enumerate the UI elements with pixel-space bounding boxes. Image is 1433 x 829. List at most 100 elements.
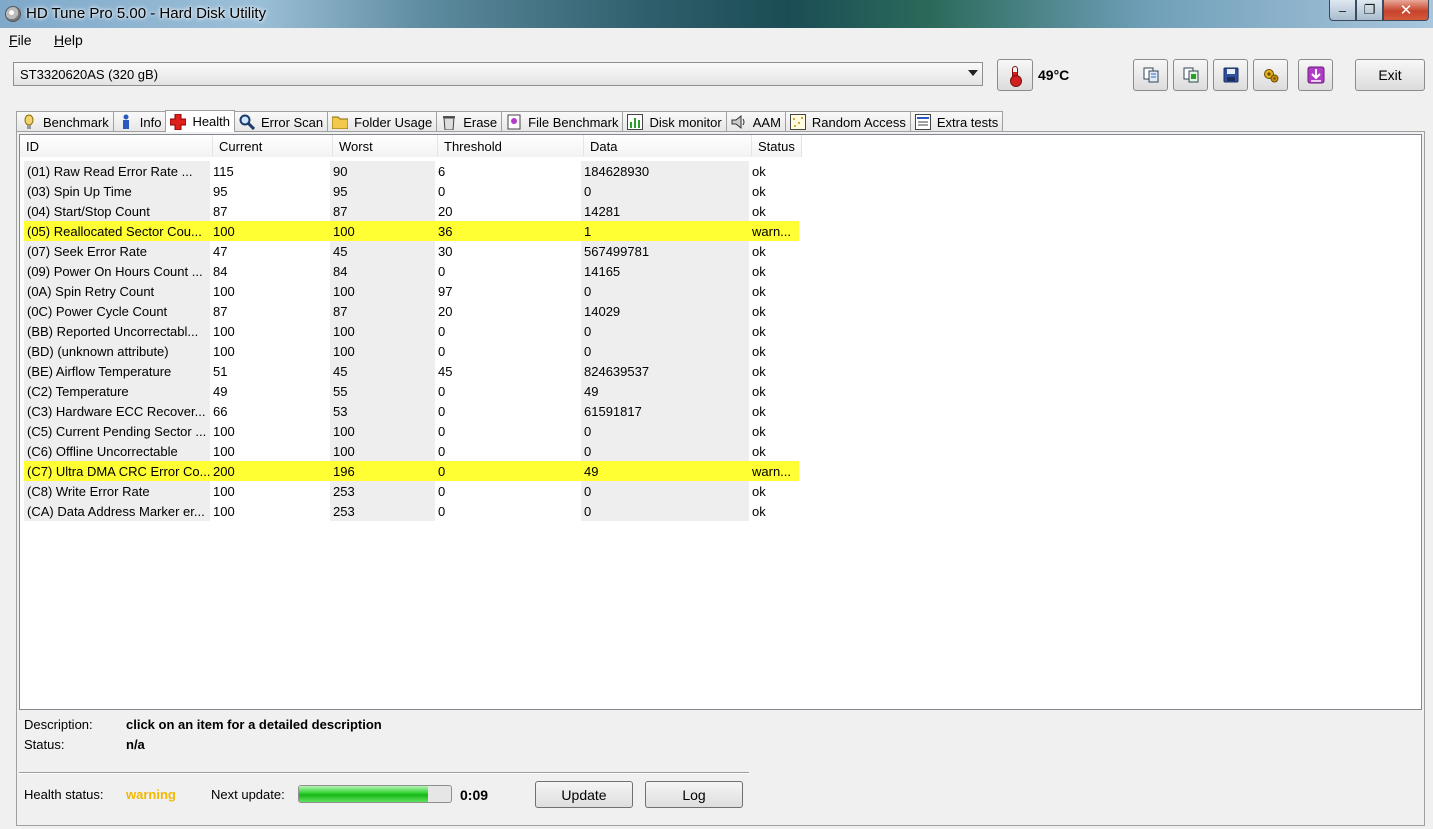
cell-current: 115: [213, 164, 234, 179]
column-header-worst[interactable]: Worst: [333, 135, 438, 157]
table-row[interactable]: (05) Reallocated Sector Cou... 100 100 36 1 w…: [24, 221, 799, 241]
tab-error-scan-label: Error Scan: [261, 114, 324, 130]
table-row[interactable]: (BE) Airflow Temperature 51 45 45 824639537 o…: [24, 361, 799, 381]
erase-icon: [441, 114, 457, 130]
cell-id: (C7) Ultra DMA CRC Error Co...: [24, 461, 210, 481]
table-row[interactable]: (C2) Temperature 49 55 0 49 ok: [24, 381, 799, 401]
cell-status: ok: [752, 304, 766, 319]
smart-attributes-list[interactable]: ID Current Worst Threshold Data Status (…: [19, 134, 1422, 710]
cell-threshold: 0: [438, 404, 446, 419]
tab-erase-label: Erase: [463, 114, 498, 130]
cell-status: ok: [752, 164, 766, 179]
status-label: Status:: [24, 737, 65, 752]
cell-status: ok: [752, 504, 766, 519]
cell-status: ok: [752, 444, 766, 459]
cell-worst: 100: [330, 221, 435, 241]
tab-aam[interactable]: AAM: [725, 111, 786, 132]
cell-worst: 100: [330, 341, 435, 361]
cell-worst: 45: [330, 241, 435, 261]
tab-extra-tests-label: Extra tests: [936, 114, 999, 130]
cell-data: 49: [581, 381, 749, 401]
menu-help[interactable]: Help: [54, 32, 83, 48]
cell-id: (0A) Spin Retry Count: [24, 281, 210, 301]
cell-data: 14165: [581, 261, 749, 281]
table-row[interactable]: (C8) Write Error Rate 100 253 0 0 ok: [24, 481, 799, 501]
cell-current: 100: [213, 424, 235, 439]
column-header-threshold[interactable]: Threshold: [438, 135, 584, 157]
extra-tests-icon: [914, 114, 931, 130]
tab-random-access[interactable]: Random Access: [784, 111, 911, 132]
thermometer-icon: [1010, 66, 1022, 87]
menu-file-mnemonic: F: [9, 32, 18, 48]
table-row[interactable]: (BB) Reported Uncorrectabl... 100 100 0 0 ok: [24, 321, 799, 341]
download-button[interactable]: [1298, 59, 1333, 91]
maximize-button[interactable]: ❐: [1356, 0, 1383, 21]
tab-disk-monitor[interactable]: Disk monitor: [622, 111, 727, 132]
table-row[interactable]: (07) Seek Error Rate 47 45 30 567499781 ok: [24, 241, 799, 261]
table-row[interactable]: (01) Raw Read Error Rate ... 115 90 6 184628…: [24, 161, 799, 181]
cell-id: (C6) Offline Uncorrectable: [24, 441, 210, 461]
cell-data: 184628930: [581, 161, 749, 181]
menu-file[interactable]: File: [9, 32, 32, 48]
cell-threshold: 0: [438, 264, 446, 279]
table-row[interactable]: (CA) Data Address Marker er... 100 253 0 0 ok: [24, 501, 799, 521]
tab-info[interactable]: Info: [112, 111, 167, 132]
table-row[interactable]: (0C) Power Cycle Count 87 87 20 14029 ok: [24, 301, 799, 321]
cell-id: (CA) Data Address Marker er...: [24, 501, 210, 521]
tab-file-benchmark[interactable]: File Benchmark: [501, 111, 624, 132]
close-button[interactable]: ✕: [1383, 0, 1429, 21]
copy-all-button[interactable]: [1173, 59, 1208, 91]
tab-benchmark-label: Benchmark: [43, 114, 109, 130]
minimize-button[interactable]: –: [1329, 0, 1356, 21]
exit-button[interactable]: Exit: [1355, 59, 1425, 91]
table-row[interactable]: (C6) Offline Uncorrectable 100 100 0 0 ok: [24, 441, 799, 461]
column-header-data[interactable]: Data: [584, 135, 752, 157]
cell-current: 49: [213, 384, 228, 399]
cell-status: ok: [752, 484, 766, 499]
next-update-label: Next update:: [211, 787, 285, 802]
log-button[interactable]: Log: [645, 781, 743, 808]
update-button[interactable]: Update: [535, 781, 633, 808]
tab-health[interactable]: Health: [165, 110, 236, 132]
table-row[interactable]: (BD) (unknown attribute) 100 100 0 0 ok: [24, 341, 799, 361]
folder-icon: [332, 114, 349, 130]
table-row[interactable]: (0A) Spin Retry Count 100 100 97 0 ok: [24, 281, 799, 301]
cell-id: (07) Seek Error Rate: [24, 241, 210, 261]
cell-worst: 100: [330, 281, 435, 301]
tab-benchmark[interactable]: Benchmark: [16, 111, 114, 132]
column-header-current[interactable]: Current: [213, 135, 333, 157]
column-header-status[interactable]: Status: [752, 135, 802, 157]
tab-extra-tests[interactable]: Extra tests: [909, 111, 1004, 132]
cell-id: (05) Reallocated Sector Cou...: [24, 221, 210, 241]
cell-current: 100: [213, 484, 235, 499]
table-row[interactable]: (04) Start/Stop Count 87 87 20 14281 ok: [24, 201, 799, 221]
cell-data: 824639537: [581, 361, 749, 381]
cell-worst: 100: [330, 321, 435, 341]
options-button[interactable]: [1253, 59, 1288, 91]
cell-data: 61591817: [581, 401, 749, 421]
cell-threshold: 97: [438, 284, 453, 299]
table-row[interactable]: (03) Spin Up Time 95 95 0 0 ok: [24, 181, 799, 201]
cell-worst: 84: [330, 261, 435, 281]
copy-info-button[interactable]: [1133, 59, 1168, 91]
cell-current: 95: [213, 184, 228, 199]
options-icon: [1263, 69, 1278, 83]
drive-select[interactable]: ST3320620AS (320 gB): [13, 62, 983, 86]
table-row[interactable]: (C3) Hardware ECC Recover... 66 53 0 6159181…: [24, 401, 799, 421]
cell-current: 100: [210, 221, 330, 241]
tab-folder-usage[interactable]: Folder Usage: [327, 111, 438, 132]
cell-worst: 253: [330, 501, 435, 521]
tab-disk-monitor-label: Disk monitor: [649, 114, 722, 130]
save-button[interactable]: [1213, 59, 1248, 91]
table-row[interactable]: (C5) Current Pending Sector ... 100 100 0 0 o…: [24, 421, 799, 441]
cell-data: 0: [581, 421, 749, 441]
cell-threshold: 0: [438, 504, 446, 519]
column-header-id[interactable]: ID: [20, 135, 213, 157]
temperature-button[interactable]: [997, 59, 1033, 91]
tab-error-scan[interactable]: Error Scan: [234, 111, 329, 132]
table-row[interactable]: (09) Power On Hours Count ... 84 84 0 14165 o…: [24, 261, 799, 281]
file-benchmark-icon: [506, 114, 522, 130]
window-title: HD Tune Pro 5.00 - Hard Disk Utility: [26, 5, 267, 22]
tab-erase[interactable]: Erase: [436, 111, 503, 132]
table-row[interactable]: (C7) Ultra DMA CRC Error Co... 200 196 0 49 w…: [24, 461, 799, 481]
